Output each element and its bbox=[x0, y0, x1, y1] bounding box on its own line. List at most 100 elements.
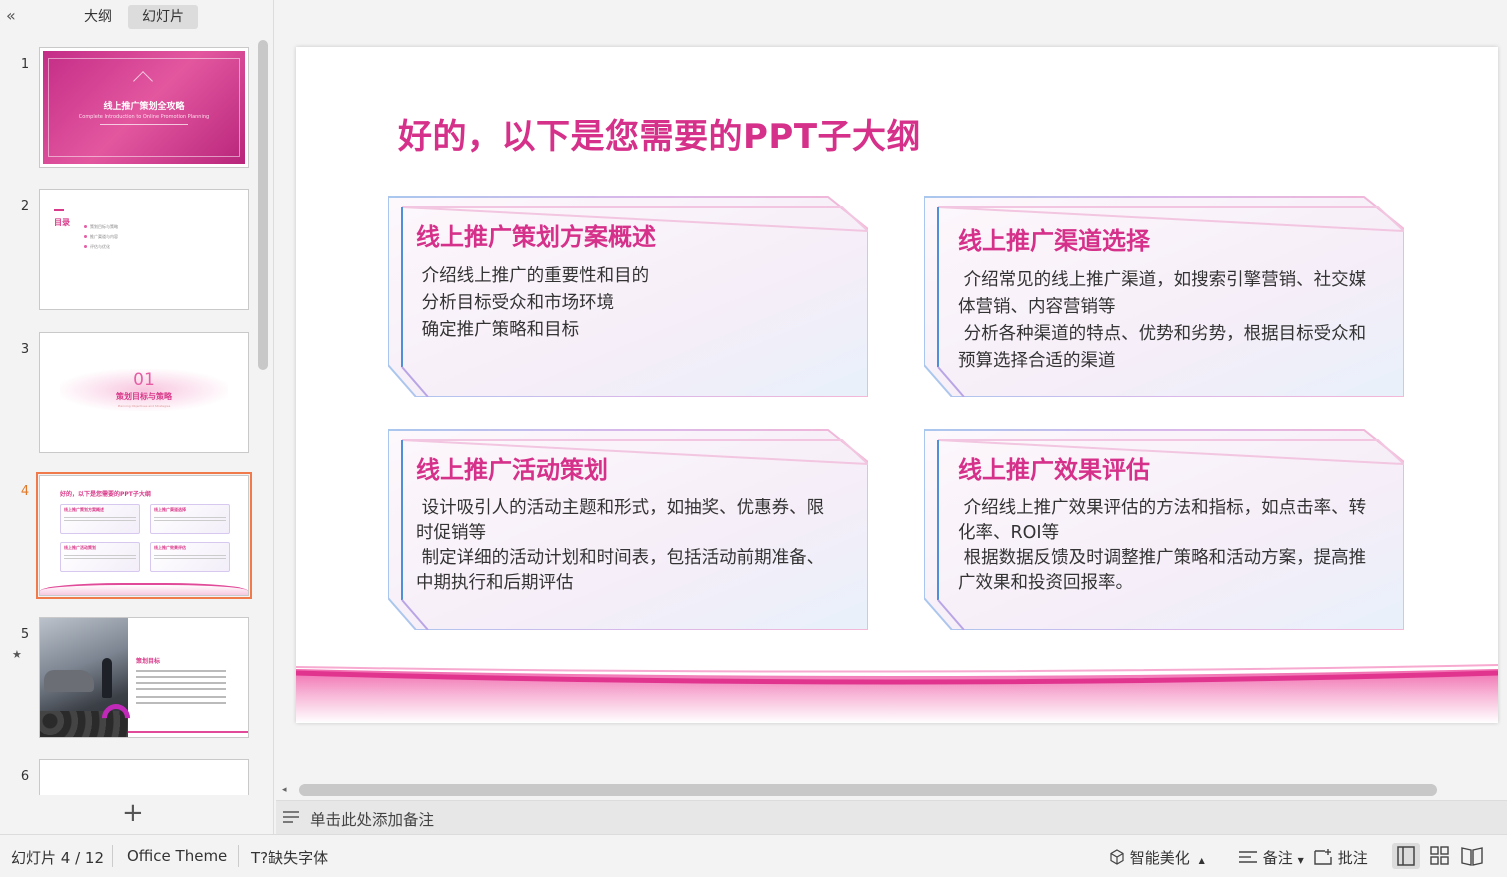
content-card[interactable]: 线上推广策划方案概述 介绍线上推广的重要性和目的 分析目标受众和市场环境 确定推… bbox=[388, 195, 868, 397]
bottom-wave bbox=[296, 664, 1498, 723]
card-line: 分析目标受众和市场环境 bbox=[416, 293, 615, 313]
comment-label: 批注 bbox=[1337, 849, 1368, 867]
text-line bbox=[136, 702, 226, 704]
thumbnail-card: 线上推广效果评估 bbox=[150, 542, 230, 572]
slide-thumbnail-5[interactable]: 策划目标 bbox=[39, 617, 249, 738]
status-bar: 幻灯片 4 / 12 Office Theme T?缺失字体 智能美化 ▲ 备注… bbox=[0, 834, 1507, 877]
card-line: 确定推广策略和目标 bbox=[416, 320, 580, 340]
card-line: 制定详细的活动计划和时间表，包括活动前期准备、中期执行和后期评估 bbox=[416, 548, 825, 593]
card-line: 介绍线上推广效果评估的方法和指标，如点击率、转化率、ROI等 bbox=[958, 498, 1367, 543]
grid-icon bbox=[1430, 846, 1449, 865]
tab-slides[interactable]: 幻灯片 bbox=[128, 5, 198, 29]
slide-number: 2 bbox=[20, 199, 30, 214]
thumbnail-title: 策划目标 bbox=[136, 658, 161, 665]
text-line bbox=[136, 670, 226, 672]
notes-lines-icon bbox=[1239, 851, 1257, 863]
slide-title[interactable]: 好的，以下是您需要的PPT子大纲 bbox=[398, 109, 921, 158]
theme-name[interactable]: Office Theme bbox=[127, 847, 227, 865]
smart-beautify-label: 智能美化 bbox=[1129, 849, 1190, 867]
card-line: 介绍常见的线上推广渠道，如搜索引擎营销、社交媒体营销、内容营销等 bbox=[958, 270, 1367, 317]
bottom-line bbox=[128, 731, 248, 733]
notes-toggle-button[interactable]: 备注 ▼ bbox=[1238, 847, 1304, 868]
notes-icon bbox=[283, 811, 299, 823]
scroll-left-icon[interactable]: ◂ bbox=[282, 782, 287, 798]
normal-view-button[interactable] bbox=[1392, 843, 1420, 869]
missing-font-icon: T? bbox=[251, 849, 269, 867]
animation-star-icon: ★ bbox=[12, 648, 22, 661]
card-body: 介绍常见的线上推广渠道，如搜索引擎营销、社交媒体营销、内容营销等 分析各种渠道的… bbox=[958, 267, 1378, 375]
slide-thumbnail-4[interactable]: 好的，以下是您需要的PPT子大纲 线上推广策划方案概述 线上推广渠道选择 线上推… bbox=[36, 472, 252, 599]
slide-number: 3 bbox=[20, 342, 30, 357]
slide-panel: « 大纲 幻灯片 1 线上推广策划全攻略 Complete Introducti… bbox=[0, 0, 274, 834]
card-body: 设计吸引人的活动主题和形式，如抽奖、优惠券、限时促销等 制定详细的活动计划和时间… bbox=[416, 496, 836, 596]
slide-thumbnail-6[interactable] bbox=[39, 759, 249, 795]
toc-item: 评估与优化 bbox=[84, 244, 110, 250]
slide-number: 5 bbox=[20, 627, 30, 642]
thumbnail-card: 线上推广渠道选择 bbox=[150, 504, 230, 534]
card-title: 线上推广策划方案概述 bbox=[416, 223, 656, 251]
thumbnail-subtitle: Complete Introduction to Online Promotio… bbox=[78, 114, 210, 120]
thumbnail-subtitle: Planning Objectives and Strategies bbox=[117, 404, 171, 408]
slide-thumbnail-1[interactable]: 线上推广策划全攻略 Complete Introduction to Onlin… bbox=[39, 47, 249, 168]
card-body: 介绍线上推广效果评估的方法和指标，如点击率、转化率、ROI等 根据数据反馈及时调… bbox=[958, 496, 1378, 596]
section-number: 01 bbox=[133, 370, 155, 390]
plus-icon[interactable]: + bbox=[122, 800, 144, 826]
toc-item: 推广渠道与内容 bbox=[84, 234, 118, 240]
book-icon bbox=[1461, 847, 1483, 866]
person-shape bbox=[102, 658, 112, 698]
bottom-wave bbox=[40, 583, 248, 595]
caret-up-icon: ▲ bbox=[1198, 856, 1205, 865]
slide-number: 4 bbox=[20, 484, 30, 499]
text-line bbox=[136, 682, 226, 684]
slide-number: 1 bbox=[20, 57, 30, 72]
reading-view-button[interactable] bbox=[1458, 843, 1486, 869]
divider bbox=[238, 845, 239, 867]
content-card[interactable]: 线上推广活动策划 设计吸引人的活动主题和形式，如抽奖、优惠券、限时促销等 制定详… bbox=[388, 428, 868, 630]
card-line: 设计吸引人的活动主题和形式，如抽奖、优惠券、限时促销等 bbox=[416, 498, 825, 543]
content-card[interactable]: 线上推广效果评估 介绍线上推广效果评估的方法和指标，如点击率、转化率、ROI等 … bbox=[924, 428, 1404, 630]
divider bbox=[112, 845, 113, 867]
slide-canvas[interactable]: 好的，以下是您需要的PPT子大纲 线上推广策划方案概述 介绍线上推广的重要性和目… bbox=[296, 47, 1498, 723]
card-title: 线上推广渠道选择 bbox=[958, 227, 1150, 255]
slide-counter: 幻灯片 4 / 12 bbox=[11, 849, 104, 867]
text-line bbox=[136, 688, 226, 690]
missing-font-button[interactable]: T?缺失字体 bbox=[251, 847, 328, 868]
divider bbox=[100, 124, 188, 125]
panel-scrollbar[interactable] bbox=[258, 40, 268, 370]
thumbnail-title: 线上推广策划全攻略 bbox=[103, 102, 185, 112]
toc-item: 策划目标与策略 bbox=[84, 224, 118, 230]
comment-button[interactable]: 批注 bbox=[1313, 847, 1368, 868]
slide-thumbnail-2[interactable]: 目录 策划目标与策略 推广渠道与内容 评估与优化 bbox=[39, 189, 249, 310]
normal-view-icon bbox=[1397, 846, 1415, 866]
thumbnail-title: 目录 bbox=[54, 218, 70, 227]
notes-label: 备注 bbox=[1262, 849, 1293, 867]
comment-icon bbox=[1314, 849, 1332, 865]
title-accent-bar bbox=[54, 209, 64, 211]
cube-icon bbox=[1110, 849, 1124, 865]
scrollbar-thumb[interactable] bbox=[299, 784, 1437, 796]
collapse-panel-icon[interactable]: « bbox=[6, 6, 16, 25]
slide-sorter-button[interactable] bbox=[1426, 843, 1454, 869]
missing-font-label: 缺失字体 bbox=[268, 849, 329, 867]
text-line bbox=[136, 676, 226, 678]
card-line: 介绍线上推广的重要性和目的 bbox=[416, 266, 650, 286]
content-card[interactable]: 线上推广渠道选择 介绍常见的线上推广渠道，如搜索引擎营销、社交媒体营销、内容营销… bbox=[924, 195, 1404, 397]
slide-number: 6 bbox=[20, 769, 30, 784]
card-title: 线上推广活动策划 bbox=[416, 456, 608, 484]
tab-outline[interactable]: 大纲 bbox=[70, 5, 126, 29]
slide-thumbnail-3[interactable]: 01 策划目标与策略 Planning Objectives and Strat… bbox=[39, 332, 249, 453]
thumbnail-title: 好的，以下是您需要的PPT子大纲 bbox=[60, 491, 151, 498]
card-line: 根据数据反馈及时调整推广策略和活动方案，提高推广效果和投资回报率。 bbox=[958, 548, 1367, 593]
notes-placeholder[interactable]: 单击此处添加备注 bbox=[310, 808, 434, 830]
text-line bbox=[136, 696, 226, 698]
card-title: 线上推广效果评估 bbox=[958, 456, 1150, 484]
horizontal-scrollbar[interactable]: ◂ bbox=[276, 782, 1507, 798]
card-body: 介绍线上推广的重要性和目的 分析目标受众和市场环境 确定推广策略和目标 bbox=[416, 263, 836, 344]
notes-bar[interactable]: 单击此处添加备注 bbox=[276, 800, 1507, 834]
thumbnail-card: 线上推广活动策划 bbox=[60, 542, 140, 572]
caret-down-icon: ▼ bbox=[1297, 856, 1304, 865]
smart-beautify-button[interactable]: 智能美化 ▲ bbox=[1109, 847, 1205, 868]
car-shape bbox=[44, 670, 94, 692]
thumbnail-title: 策划目标与策略 bbox=[116, 392, 172, 401]
thumbnail-card: 线上推广策划方案概述 bbox=[60, 504, 140, 534]
